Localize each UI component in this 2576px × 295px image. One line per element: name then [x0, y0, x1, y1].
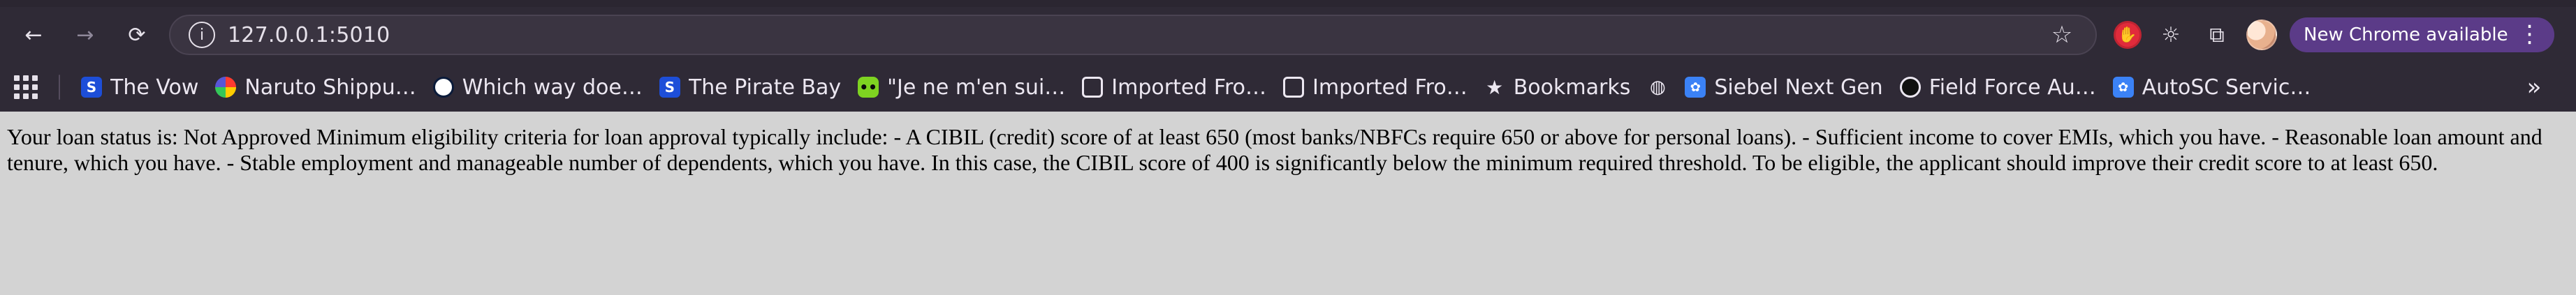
- bookmark-item[interactable]: Which way doe…: [432, 75, 643, 100]
- bookmark-label: Which way doe…: [462, 75, 643, 100]
- new-chrome-available-label: New Chrome available: [2304, 24, 2508, 45]
- globe-icon: ◍: [1649, 77, 1666, 98]
- bookmark-folder[interactable]: Imported Fro…: [1283, 75, 1468, 100]
- forward-icon[interactable]: →: [66, 15, 105, 54]
- address-url[interactable]: 127.0.0.1:5010: [228, 23, 2034, 47]
- bookmark-item[interactable]: •• "Je ne m'en sui…: [858, 75, 1065, 100]
- toolbar-right-icons: ✋ ☼ ⧉ New Chrome available ⋮: [2114, 17, 2554, 52]
- loan-status-text: Your loan status is: Not Approved Minimu…: [7, 124, 2542, 175]
- blue-gear-icon: ✿: [2112, 77, 2134, 98]
- bookmark-item[interactable]: ★ Bookmarks: [1484, 75, 1631, 100]
- bookmark-label: The Pirate Bay: [688, 75, 842, 100]
- bookmarks-divider: [59, 75, 60, 100]
- reload-icon[interactable]: ⟳: [117, 15, 156, 54]
- bookmark-item[interactable]: ✿ AutoSC Servic…: [2112, 75, 2311, 100]
- bookmarks-overflow-icon[interactable]: »: [2520, 73, 2548, 101]
- bookmark-item[interactable]: ✿ Siebel Next Gen: [1685, 75, 1883, 100]
- bookmark-label: Imported Fro…: [1111, 75, 1266, 100]
- star-icon: ★: [1486, 75, 1504, 99]
- extensions-puzzle-icon[interactable]: ⧉: [2200, 18, 2234, 52]
- site-info-icon[interactable]: i: [189, 22, 215, 48]
- bookmark-label: Naruto Shippu…: [244, 75, 416, 100]
- s-badge-icon: S: [81, 77, 102, 98]
- apps-grid-icon[interactable]: [14, 75, 38, 99]
- folder-icon: [1283, 77, 1304, 98]
- bookmark-item[interactable]: S The Vow: [81, 75, 198, 100]
- bookmark-label: The Vow: [110, 75, 199, 100]
- bookmarks-bar: S The Vow Naruto Shippu… Which way doe… …: [0, 63, 2576, 112]
- round-logo-icon: [432, 77, 454, 98]
- bookmark-label: Bookmarks: [1513, 75, 1631, 100]
- extension-red-icon[interactable]: ✋: [2114, 21, 2142, 49]
- address-bar[interactable]: i 127.0.0.1:5010 ☆: [169, 15, 2097, 55]
- profile-avatar[interactable]: [2246, 20, 2277, 50]
- browser-toolbar: ← → ⟳ i 127.0.0.1:5010 ☆ ✋ ☼ ⧉ New Chrom…: [0, 7, 2576, 63]
- new-chrome-available-button[interactable]: New Chrome available ⋮: [2290, 17, 2554, 52]
- green-face-icon: ••: [858, 77, 879, 98]
- bookmark-folder[interactable]: Imported Fro…: [1082, 75, 1266, 100]
- black-circle-icon: [1899, 77, 1921, 98]
- bookmark-label: Siebel Next Gen: [1714, 75, 1883, 100]
- bookmark-item[interactable]: Field Force Au…: [1899, 75, 2096, 100]
- bookmark-label: AutoSC Servic…: [2142, 75, 2311, 100]
- back-icon[interactable]: ←: [14, 15, 53, 54]
- window-top-strip: [0, 0, 2576, 7]
- bookmark-item[interactable]: Naruto Shippu…: [215, 75, 416, 100]
- pinwheel-icon: [215, 77, 237, 98]
- blue-gear-icon: ✿: [1685, 77, 1706, 98]
- kebab-menu-icon[interactable]: ⋮: [2518, 22, 2542, 46]
- folder-icon: [1082, 77, 1104, 98]
- s-badge-icon: S: [659, 77, 680, 98]
- sun-icon[interactable]: ☼: [2154, 18, 2188, 52]
- bookmark-item[interactable]: S The Pirate Bay: [659, 75, 841, 100]
- bookmark-label: Field Force Au…: [1929, 75, 2096, 100]
- bookmark-item[interactable]: ◍: [1647, 77, 1668, 98]
- bookmark-label: Imported Fro…: [1312, 75, 1468, 100]
- bookmark-label: "Je ne m'en sui…: [887, 75, 1066, 100]
- page-content: Your loan status is: Not Approved Minimu…: [0, 112, 2576, 295]
- bookmark-star-icon[interactable]: ☆: [2047, 21, 2077, 49]
